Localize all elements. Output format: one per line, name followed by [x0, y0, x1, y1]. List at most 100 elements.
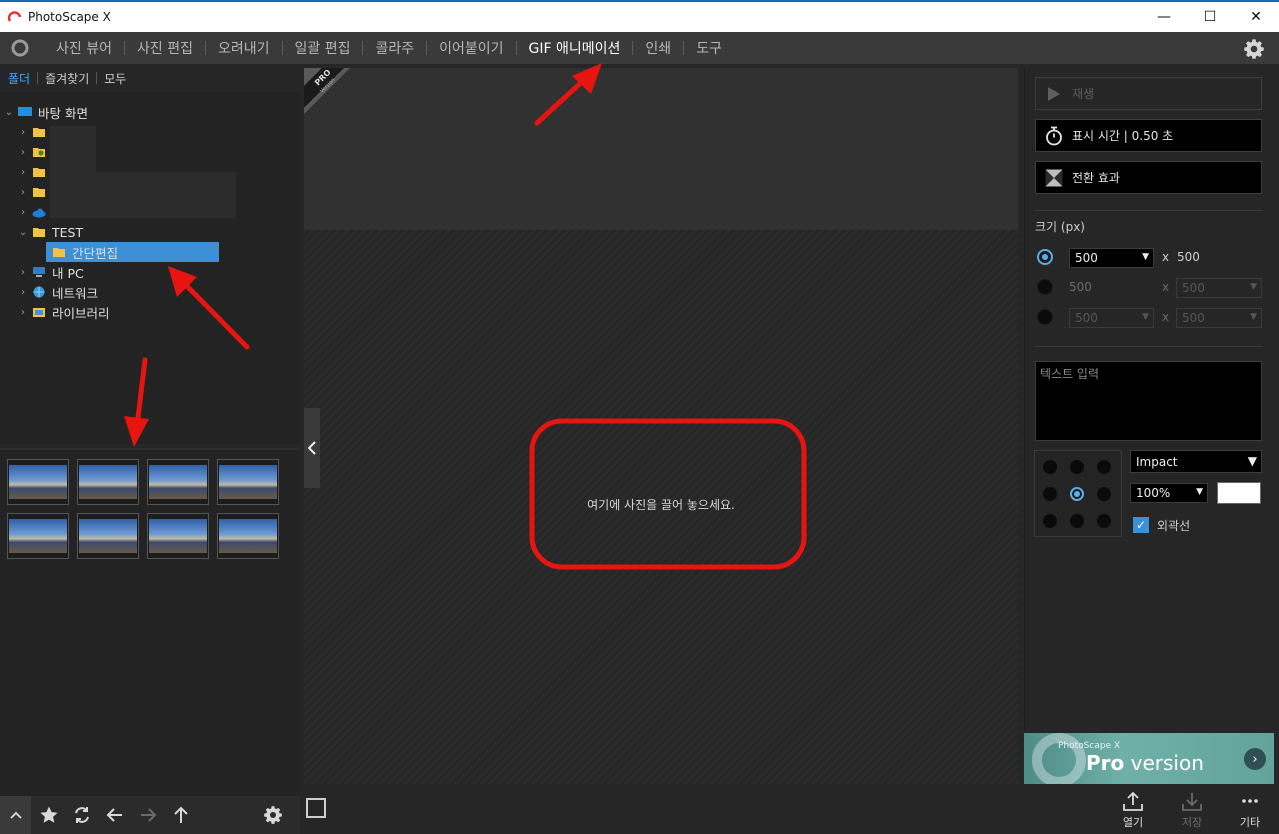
tree-label-my-pc: 내 PC	[52, 265, 84, 281]
menu-cut-out[interactable]: 오려내기	[206, 38, 282, 58]
chevron-down-icon[interactable]: ⌄	[2, 107, 16, 118]
photo-thumbnail[interactable]	[7, 513, 69, 559]
refresh-button[interactable]	[71, 804, 93, 826]
width-select-3[interactable]: 500 ▼	[1069, 308, 1154, 328]
position-dot[interactable]	[1043, 487, 1057, 501]
tree-node-test[interactable]: ⌄ TEST	[16, 222, 83, 242]
tree-node-onedrive[interactable]: ›	[16, 202, 52, 222]
tree-node-hidden-3[interactable]: ›	[16, 162, 52, 182]
collapse-up-button[interactable]	[0, 796, 31, 834]
chevron-right-icon[interactable]: ›	[16, 287, 30, 298]
favorite-star-button[interactable]	[38, 804, 60, 826]
tree-node-quick-edit[interactable]: 간단편집	[46, 242, 219, 262]
collapse-panel-handle[interactable]	[304, 408, 320, 488]
width-select-1[interactable]: 500 ▼	[1069, 248, 1154, 268]
text-color-swatch[interactable]	[1217, 482, 1261, 504]
chevron-right-icon[interactable]: ›	[16, 127, 30, 138]
size-radio-2[interactable]	[1037, 279, 1053, 295]
height-value-3: 500	[1182, 311, 1205, 325]
menu-batch-editor[interactable]: 일괄 편집	[283, 38, 363, 58]
section-divider	[1035, 210, 1262, 211]
chevron-right-icon[interactable]: ›	[16, 207, 30, 218]
pro-version-ribbon[interactable]: PRO Version	[304, 68, 354, 118]
photo-thumbnail[interactable]	[77, 513, 139, 559]
main-menu-bar: 사진 뷰어 사진 편집 오려내기 일괄 편집 콜라주 이어붙이기 GIF 애니메…	[0, 32, 1279, 64]
photo-thumbnail[interactable]	[217, 513, 279, 559]
menu-print[interactable]: 인쇄	[633, 38, 683, 58]
minimize-button[interactable]: —	[1141, 2, 1187, 32]
scale-value: 100%	[1136, 486, 1171, 500]
position-dot[interactable]	[1043, 460, 1057, 474]
photo-thumbnail[interactable]	[147, 513, 209, 559]
photo-thumbnail[interactable]	[147, 459, 209, 505]
menu-tools[interactable]: 도구	[684, 38, 734, 58]
menu-collage[interactable]: 콜라주	[363, 38, 426, 58]
position-dot-selected[interactable]	[1070, 487, 1084, 501]
width-value-3: 500	[1075, 311, 1098, 325]
tree-node-hidden-4[interactable]: ›	[16, 182, 52, 202]
tree-node-my-pc[interactable]: › 내 PC	[16, 262, 84, 282]
chevron-right-icon[interactable]: ›	[16, 267, 30, 278]
chevron-down-icon[interactable]: ⌄	[16, 227, 30, 238]
menu-combine[interactable]: 이어붙이기	[427, 38, 515, 58]
tab-folder[interactable]: 폴더	[8, 70, 37, 87]
animation-preview: PRO Version	[304, 68, 1018, 230]
size-radio-3[interactable]	[1037, 309, 1053, 325]
scale-select[interactable]: 100% ▼	[1130, 483, 1208, 503]
play-button[interactable]: 재생	[1035, 77, 1262, 110]
pro-version-banner[interactable]: PhotoScape X Pro version ›	[1024, 733, 1274, 784]
home-logo-icon[interactable]	[9, 38, 31, 58]
settings-gear-icon[interactable]	[1243, 38, 1265, 60]
open-label: 열기	[1122, 816, 1144, 829]
chevron-right-icon[interactable]: ›	[16, 147, 30, 158]
maximize-button[interactable]: ☐	[1187, 2, 1233, 32]
outline-checkbox[interactable]: ✓	[1133, 517, 1149, 533]
position-dot[interactable]	[1070, 514, 1084, 528]
chevron-right-icon[interactable]: ›	[16, 167, 30, 178]
menu-photo-editor[interactable]: 사진 편집	[125, 38, 205, 58]
position-dot[interactable]	[1097, 514, 1111, 528]
position-dot[interactable]	[1043, 514, 1057, 528]
display-time-button[interactable]: 표시 시간 | 0.50 초	[1035, 119, 1262, 152]
tab-favorites[interactable]: 즐겨찾기	[38, 70, 96, 87]
tree-node-hidden-2[interactable]: ›	[16, 142, 52, 162]
position-dot[interactable]	[1070, 460, 1084, 474]
chevron-right-icon[interactable]: ›	[16, 187, 30, 198]
size-radio-1[interactable]	[1037, 249, 1053, 265]
frame-view-icon[interactable]	[306, 798, 326, 818]
title-bar: PhotoScape X — ☐ ✕	[0, 0, 1279, 32]
chevron-right-icon[interactable]: ›	[16, 307, 30, 318]
more-button[interactable]: 기타	[1230, 788, 1270, 832]
back-button[interactable]	[104, 804, 126, 826]
height-select-2[interactable]: 500 ▼	[1176, 278, 1262, 298]
close-button[interactable]: ✕	[1233, 2, 1279, 32]
photo-thumbnail[interactable]	[77, 459, 139, 505]
parent-folder-button[interactable]	[170, 804, 192, 826]
chevron-left-icon	[308, 441, 316, 455]
forward-button[interactable]	[137, 804, 159, 826]
transition-button[interactable]: 전환 효과	[1035, 161, 1262, 194]
save-button[interactable]: 저장	[1172, 788, 1212, 832]
menu-gif-animation[interactable]: GIF 애니메이션	[517, 38, 633, 58]
desktop-icon	[18, 107, 32, 116]
position-dot[interactable]	[1097, 487, 1111, 501]
menu-photo-viewer[interactable]: 사진 뷰어	[44, 38, 124, 58]
height-select-3[interactable]: 500 ▼	[1176, 308, 1262, 328]
tree-node-network[interactable]: › 네트워크	[16, 282, 98, 302]
browser-settings-button[interactable]	[262, 804, 284, 826]
position-dot[interactable]	[1097, 460, 1111, 474]
tree-node-hidden-1[interactable]: ›	[16, 122, 52, 142]
tree-node-desktop[interactable]: ⌄ 바탕 화면	[2, 102, 88, 122]
open-button[interactable]: 열기	[1113, 788, 1153, 832]
refresh-icon	[75, 807, 89, 823]
thumbnail-image	[9, 519, 67, 553]
banner-version-text: version	[1124, 751, 1204, 775]
font-select[interactable]: Impact ▼	[1130, 450, 1262, 473]
tab-all[interactable]: 모두	[97, 70, 133, 87]
photo-thumbnail[interactable]	[217, 459, 279, 505]
tree-node-library[interactable]: › 라이브러리	[16, 302, 110, 322]
user-folder-icon	[33, 148, 45, 157]
photo-thumbnail[interactable]	[7, 459, 69, 505]
text-input[interactable]: 텍스트 입력	[1035, 361, 1262, 441]
banner-arrow-icon: ›	[1244, 748, 1266, 770]
